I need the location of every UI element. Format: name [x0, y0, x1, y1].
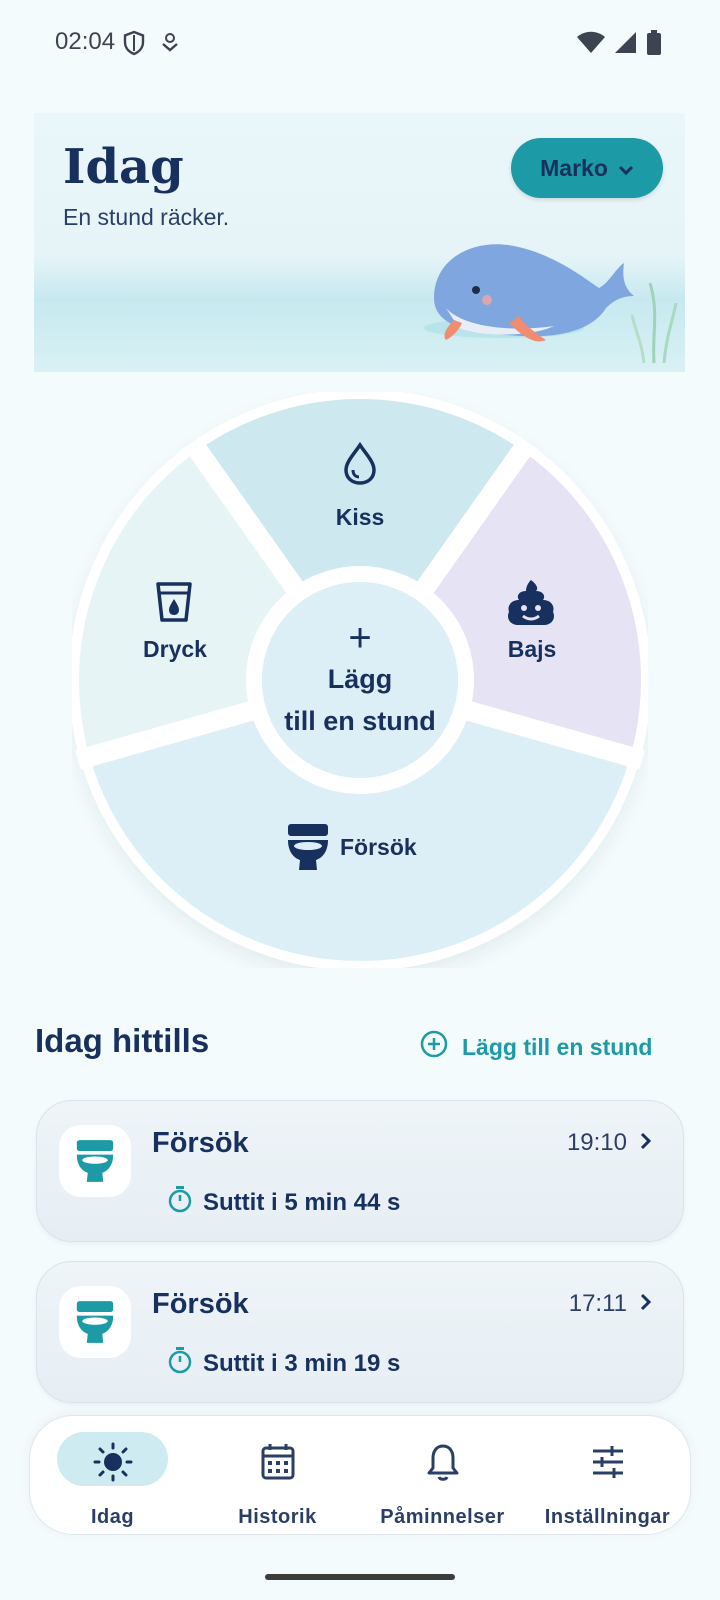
nav-item-installningar[interactable]: Inställningar	[525, 1416, 690, 1536]
add-moment-center-button[interactable]: + Lägg till en stund	[262, 582, 458, 778]
add-moment-link[interactable]: Lägg till en stund	[420, 1030, 652, 1064]
toilet-icon	[59, 1125, 131, 1197]
stopwatch-icon	[167, 1346, 193, 1381]
chevron-right-icon	[639, 1131, 653, 1156]
whale-mascot-illustration	[424, 244, 634, 342]
sun-icon	[93, 1442, 133, 1487]
status-time: 02:04	[55, 28, 116, 55]
bottom-navigation: Idag Historik Påminnelser Inställningar	[29, 1415, 691, 1535]
wheel-label-forsok: Försök	[340, 834, 417, 860]
wheel-label-dryck: Dryck	[143, 636, 207, 662]
nav-label-installningar: Inställningar	[544, 1506, 671, 1528]
wheel-label-kiss: Kiss	[335, 504, 385, 530]
entry-duration: Suttit i 5 min 44 s	[203, 1188, 401, 1216]
nav-item-historik[interactable]: Historik	[195, 1416, 360, 1536]
nav-item-paminnelser[interactable]: Påminnelser	[360, 1416, 525, 1536]
shield-icon	[122, 30, 146, 61]
calendar-icon	[260, 1442, 296, 1487]
profile-selector-button[interactable]: Marko	[511, 138, 663, 198]
page-title: Idag	[63, 139, 184, 195]
entry-card[interactable]: Försök 17:11 Suttit i 3 min 19 s	[36, 1261, 684, 1403]
center-label-line1: Lägg	[327, 664, 393, 694]
sliders-icon	[590, 1442, 626, 1487]
entry-time: 19:10	[566, 1129, 627, 1156]
add-moment-link-label: Lägg till en stund	[462, 1033, 653, 1060]
hero-banner: Idag En stund räcker. Marko	[34, 113, 685, 372]
entry-duration: Suttit i 3 min 19 s	[203, 1349, 401, 1377]
nav-label-historik: Historik	[238, 1506, 317, 1528]
plus-circle-icon	[420, 1030, 448, 1064]
wheel-label-bajs: Bajs	[507, 636, 557, 662]
page-subtitle: En stund räcker.	[63, 204, 230, 230]
nav-label-idag: Idag	[90, 1506, 135, 1528]
center-label-line2: till en stund	[284, 706, 436, 736]
entry-card[interactable]: Försök 19:10 Suttit i 5 min 44 s	[36, 1100, 684, 1242]
profile-name: Marko	[540, 154, 608, 181]
entry-title: Försök	[152, 1127, 249, 1159]
chevron-right-icon	[639, 1292, 653, 1317]
nav-label-paminnelser: Påminnelser	[380, 1506, 505, 1528]
nav-item-idag[interactable]: Idag	[30, 1416, 195, 1536]
plus-icon: +	[348, 616, 372, 660]
action-wheel: Kiss Dryck Bajs Försök + Lägg till en st…	[72, 392, 648, 968]
bell-icon	[425, 1442, 461, 1487]
entry-title: Försök	[152, 1288, 249, 1320]
chevron-down-icon	[618, 155, 634, 182]
stopwatch-icon	[167, 1185, 193, 1220]
wifi-icon	[576, 31, 606, 60]
home-indicator[interactable]	[265, 1574, 455, 1580]
battery-icon	[646, 30, 662, 61]
toilet-icon	[59, 1286, 131, 1358]
entry-time: 17:11	[568, 1290, 627, 1317]
section-title: Idag hittills	[35, 1022, 210, 1059]
download-icon	[160, 30, 180, 61]
status-bar: 02:04	[0, 0, 720, 86]
signal-icon	[614, 31, 638, 60]
